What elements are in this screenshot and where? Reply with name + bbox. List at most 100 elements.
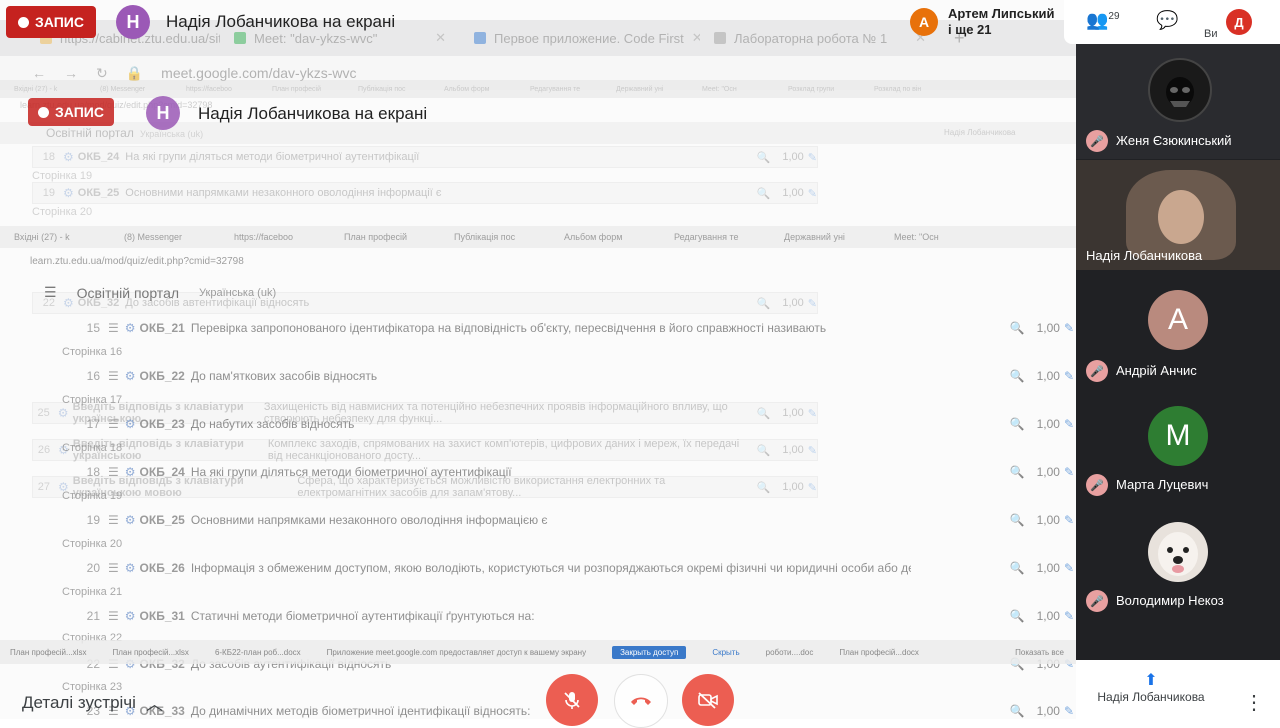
preview-icon[interactable]: 🔍 (1010, 704, 1025, 718)
preview-icon[interactable]: 🔍 (1010, 369, 1025, 383)
preview-icon[interactable]: 🔍 (1010, 513, 1025, 527)
preview-icon[interactable]: 🔍 (1010, 561, 1025, 575)
edit-icon[interactable]: ✎ (1064, 417, 1074, 431)
mic-off-icon: 🎤 (1086, 130, 1108, 152)
question-row[interactable]: 17 ☰ ⚙ ОКБ_23 До набутих засобів відносять 🔍… (84, 414, 1074, 434)
page-label: Сторінка 19 (62, 490, 123, 502)
download-item[interactable]: План професій...xlsx (10, 648, 86, 657)
speaker-more: і ще 21 (948, 22, 992, 37)
participant-avatar (1148, 522, 1208, 582)
participant-avatar: А (1148, 290, 1208, 350)
download-item[interactable]: План професій...docx (839, 648, 919, 657)
participant-tile[interactable]: М 🎤 Марта Луцевич (1076, 388, 1280, 500)
meeting-details-button[interactable]: Деталі зустрічі ︿ (22, 690, 163, 715)
question-row[interactable]: 20 ☰ ⚙ ОКБ_26 Інформація з обмеженим доступо… (84, 558, 1074, 578)
participant-tile[interactable]: Надія Лобанчикова (1076, 160, 1280, 270)
mic-off-icon: 🎤 (1086, 474, 1108, 496)
download-item[interactable]: роботи....doc (766, 648, 814, 657)
question-row[interactable]: 21 ☰ ⚙ ОКБ_31 Статичні методи біометричної а… (84, 606, 1074, 626)
edit-icon[interactable]: ✎ (1064, 465, 1074, 479)
presenter-avatar-inner: Н (146, 96, 180, 130)
participant-tile[interactable]: 🎤 Володимир Некоз (1076, 504, 1280, 616)
present-screen-icon: ⬆ (1144, 672, 1158, 689)
gear-icon: ⚙ (124, 417, 136, 431)
drag-handle-icon: ☰ (108, 609, 119, 623)
participant-avatar: М (1148, 406, 1208, 466)
share-notice: Приложение meet.google.com предоставляет… (326, 647, 587, 657)
drag-handle-icon: ☰ (108, 513, 119, 527)
edit-icon[interactable]: ✎ (1064, 704, 1074, 718)
participant-strip: 🎤 Женя Єзюкинський Надія Лобанчикова А 🎤… (1076, 0, 1280, 719)
hang-up-icon (631, 697, 651, 705)
stop-sharing-button[interactable]: Закрыть доступ (612, 645, 687, 659)
camera-toggle-button[interactable] (682, 674, 734, 726)
downloads-bar: План професій...xlsx План професій...xls… (0, 640, 1076, 664)
chat-icon: 💬 (1156, 10, 1179, 30)
mic-toggle-button[interactable] (546, 674, 598, 726)
camera-off-icon (698, 692, 718, 709)
presenting-indicator[interactable]: ⬆ Надія Лобанчикова (1088, 670, 1214, 704)
chat-button[interactable]: 💬 (1156, 10, 1178, 31)
question-row[interactable]: 16 ☰ ⚙ ОКБ_22 До пам'яткових засобів віднося… (84, 366, 1074, 386)
participant-name: Надія Лобанчикова (1086, 248, 1203, 263)
recording-badge: ЗАПИС (6, 6, 96, 38)
mic-off-icon: 🎤 (1086, 590, 1108, 612)
preview-icon[interactable]: 🔍 (1010, 321, 1025, 335)
people-icon: 👥 (1086, 10, 1109, 30)
participants-button[interactable]: 👥29 (1086, 10, 1120, 31)
presenter-avatar: Н (116, 5, 150, 39)
page-label: Сторінка 20 (62, 538, 123, 550)
recording-badge-inner: ЗАПИС (28, 98, 114, 126)
participant-tile[interactable]: А 🎤 Андрій Анчис (1076, 272, 1280, 384)
gear-icon: ⚙ (124, 321, 136, 335)
active-speaker: А Артем Липський і ще 21 (910, 6, 1055, 38)
speaker-name: Артем Липський (948, 6, 1055, 21)
edit-icon[interactable]: ✎ (1064, 321, 1074, 335)
helmet-avatar-icon (1166, 77, 1194, 107)
drag-handle-icon: ☰ (108, 417, 119, 431)
record-dot-icon (18, 16, 29, 28)
camera-face (1158, 190, 1204, 244)
participant-name: Андрій Анчис (1116, 363, 1197, 378)
edit-icon[interactable]: ✎ (1064, 513, 1074, 527)
shared-screen: https://cabinet.ztu.edu.ua/site/sc✕ Meet… (0, 0, 1076, 719)
download-item[interactable]: План професій...xlsx (112, 648, 188, 657)
hide-button[interactable]: Скрыть (712, 648, 739, 657)
participant-name: Женя Єзюкинський (1116, 133, 1232, 148)
preview-icon[interactable]: 🔍 (1010, 417, 1025, 431)
self-avatar[interactable]: Д (1226, 9, 1252, 35)
self-label: Ви (1204, 28, 1218, 40)
page-label: Сторінка 17 (62, 394, 123, 406)
question-row[interactable]: 18 ☰ ⚙ ОКБ_24 На які групи діляться методи б… (84, 462, 1074, 482)
gear-icon: ⚙ (124, 561, 136, 575)
mic-off-icon: 🎤 (1086, 360, 1108, 382)
question-row[interactable]: 19 ☰ ⚙ ОКБ_25 Основними напрямками незаконно… (84, 510, 1074, 530)
question-row[interactable]: 15 ☰ ⚙ ОКБ_21 Перевірка запропонованого іден… (84, 318, 1074, 338)
preview-icon[interactable]: 🔍 (1010, 609, 1025, 623)
participant-tile[interactable]: 🎤 Женя Єзюкинський (1076, 44, 1280, 159)
download-item[interactable]: 6-КБ22-план роб...docx (215, 648, 301, 657)
speaker-avatar: А (910, 8, 938, 36)
page-label: Сторінка 18 (62, 442, 123, 454)
drag-handle-icon: ☰ (108, 561, 119, 575)
page-label: Сторінка 16 (62, 346, 123, 358)
edit-icon[interactable]: ✎ (1064, 561, 1074, 575)
participant-name: Марта Луцевич (1116, 477, 1209, 492)
chevron-up-icon: ︿ (145, 695, 163, 714)
edit-icon[interactable]: ✎ (1064, 609, 1074, 623)
more-options-icon[interactable]: ⋮ (1244, 690, 1264, 715)
record-dot-icon (38, 106, 49, 118)
drag-handle-icon: ☰ (108, 321, 119, 335)
drag-handle-icon: ☰ (108, 369, 119, 383)
show-all-link[interactable]: Показать все (1015, 648, 1064, 657)
gear-icon: ⚙ (124, 465, 136, 479)
presenter-banner: Надія Лобанчикова на екрані (166, 12, 396, 31)
leave-call-button[interactable] (614, 674, 668, 728)
meet-top-controls: 👥29 💬 Д Ви (1064, 0, 1280, 44)
gear-icon: ⚙ (124, 513, 136, 527)
participant-avatar (1148, 58, 1212, 122)
preview-icon[interactable]: 🔍 (1010, 465, 1025, 479)
edit-icon[interactable]: ✎ (1064, 369, 1074, 383)
participant-name: Володимир Некоз (1116, 593, 1224, 608)
mic-off-icon (564, 692, 580, 709)
